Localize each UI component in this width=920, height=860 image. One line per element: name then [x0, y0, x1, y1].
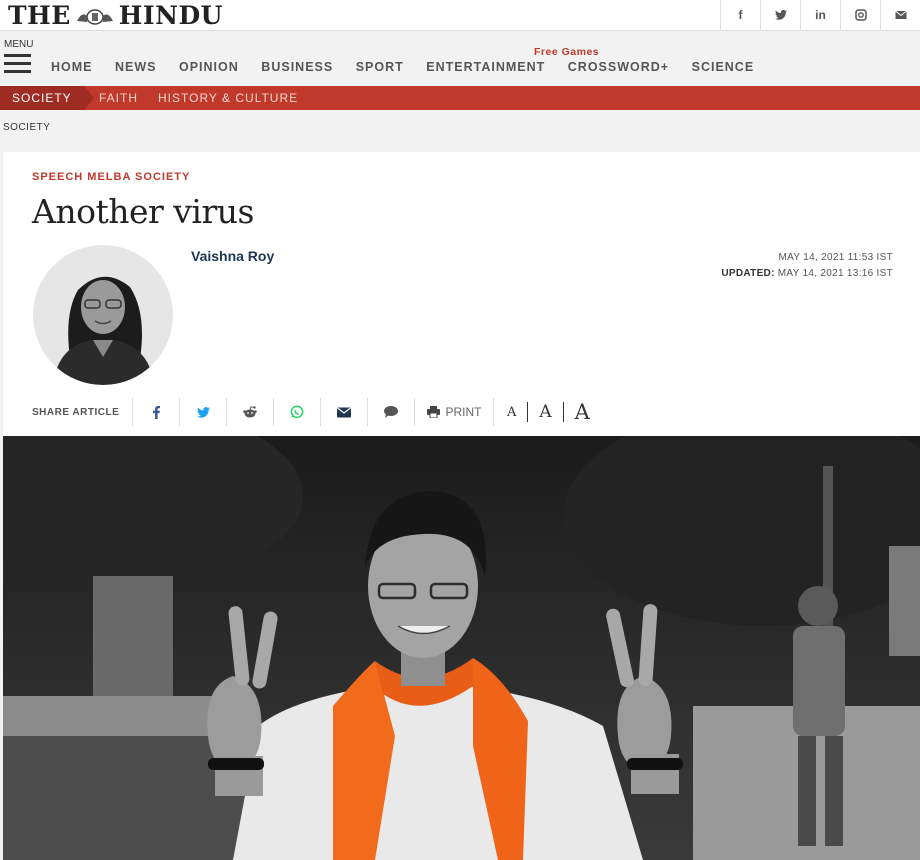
- comment-button[interactable]: [367, 398, 414, 426]
- reddit-icon: [243, 406, 257, 418]
- nav-item-science[interactable]: SCIENCE: [692, 60, 755, 74]
- nav-item-crossword[interactable]: CROSSWORD+: [568, 60, 669, 74]
- share-email-button[interactable]: [320, 398, 367, 426]
- share-facebook-button[interactable]: [132, 398, 179, 426]
- nav-item-entertainment[interactable]: ENTERTAINMENT: [426, 60, 545, 74]
- facebook-icon[interactable]: f: [720, 0, 760, 30]
- menu-label: MENU: [4, 39, 34, 50]
- share-whatsapp-button[interactable]: [273, 398, 320, 426]
- nav-items: HOME NEWS OPINION BUSINESS SPORT ENTERTA…: [51, 60, 777, 74]
- section-bar: SOCIETY FAITH HISTORY & CULTURE: [0, 86, 920, 110]
- author-portrait: [33, 245, 173, 385]
- menu-button[interactable]: MENU: [4, 39, 34, 78]
- social-links: f in: [720, 0, 920, 30]
- whatsapp-icon: [290, 405, 304, 419]
- article-header: SPEECH MELBA SOCIETY Another virus Vaish…: [3, 152, 920, 436]
- masthead: THE HINDU f in: [0, 0, 920, 31]
- updated-label: UPDATED:: [721, 268, 775, 279]
- facebook-icon: [152, 405, 160, 419]
- the-hindu-logo[interactable]: THE HINDU: [8, 1, 223, 30]
- divider: [527, 402, 529, 422]
- author-avatar[interactable]: [33, 245, 173, 385]
- logo-text-left: THE: [8, 1, 71, 30]
- free-games-link[interactable]: Free Games: [534, 46, 599, 58]
- nav-item-home[interactable]: HOME: [51, 60, 93, 74]
- twitter-icon[interactable]: [760, 0, 800, 30]
- font-size-medium-button[interactable]: A: [539, 402, 551, 422]
- nav-item-sport[interactable]: SPORT: [356, 60, 404, 74]
- section-tab-faith[interactable]: FAITH: [99, 86, 138, 110]
- mail-icon[interactable]: [880, 0, 920, 30]
- breadcrumb[interactable]: SOCIETY: [3, 122, 50, 133]
- updated-date: MAY 14, 2021 13:16 IST: [777, 268, 893, 279]
- nav-item-business[interactable]: BUSINESS: [261, 60, 333, 74]
- lead-photo[interactable]: [3, 436, 920, 860]
- comment-icon: [384, 406, 398, 418]
- share-bar: SHARE ARTICLE PRINT A A A: [32, 397, 590, 427]
- article-headline: Another virus: [32, 192, 254, 231]
- email-icon: [337, 407, 351, 417]
- share-twitter-button[interactable]: [179, 398, 226, 426]
- linkedin-icon[interactable]: in: [800, 0, 840, 30]
- published-date: MAY 14, 2021 11:53 IST: [778, 252, 893, 263]
- divider: [562, 402, 564, 422]
- article-dates: MAY 14, 2021 11:53 IST UPDATED: MAY 14, …: [721, 250, 893, 282]
- author-name[interactable]: Vaishna Roy: [191, 248, 274, 264]
- nav-item-opinion[interactable]: OPINION: [179, 60, 239, 74]
- crest-icon: [76, 8, 113, 25]
- font-size-small-button[interactable]: A: [507, 405, 516, 420]
- article-kicker[interactable]: SPEECH MELBA SOCIETY: [32, 171, 190, 183]
- share-article-label: SHARE ARTICLE: [32, 406, 120, 418]
- main-nav: MENU Free Games HOME NEWS OPINION BUSINE…: [0, 31, 920, 85]
- section-tab-society[interactable]: SOCIETY: [0, 86, 94, 110]
- instagram-icon[interactable]: [840, 0, 880, 30]
- print-label: PRINT: [445, 405, 482, 419]
- printer-icon: [426, 406, 440, 418]
- nav-item-news[interactable]: NEWS: [115, 60, 157, 74]
- font-size-large-button[interactable]: A: [575, 400, 590, 424]
- section-tab-history-culture[interactable]: HISTORY & CULTURE: [158, 86, 298, 110]
- print-button[interactable]: PRINT: [414, 398, 494, 426]
- twitter-icon: [196, 406, 210, 418]
- logo-text-right: HINDU: [118, 1, 223, 30]
- share-reddit-button[interactable]: [226, 398, 273, 426]
- article-photo: [3, 436, 920, 860]
- font-size-controls: A A A: [507, 398, 590, 426]
- hamburger-icon: [4, 54, 31, 57]
- updated-row: UPDATED: MAY 14, 2021 13:16 IST: [721, 266, 893, 282]
